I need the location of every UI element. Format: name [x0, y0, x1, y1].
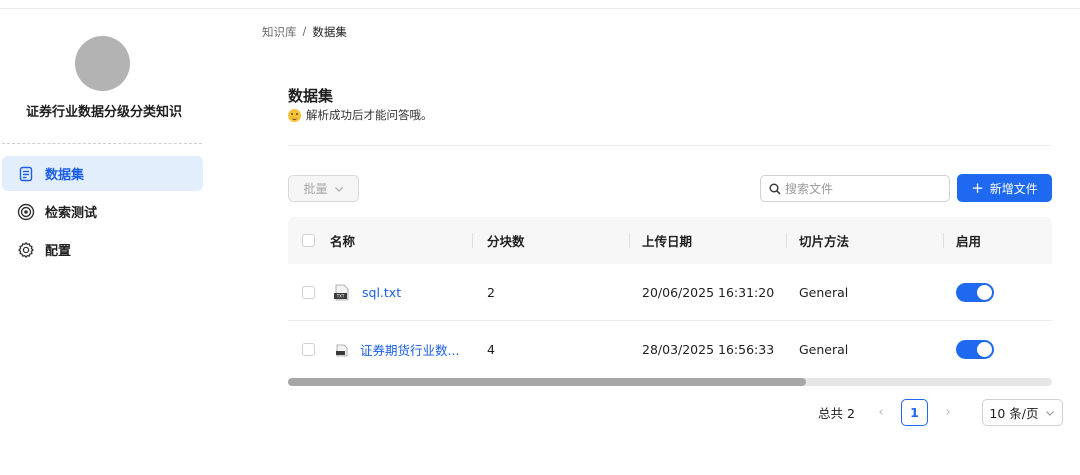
page-size-label: 10 条/页	[989, 406, 1039, 421]
row-checkbox[interactable]	[302, 343, 315, 356]
knowledge-base-name: 证券行业数据分级分类知识	[25, 105, 182, 120]
plus-icon: +	[971, 178, 984, 197]
page-number-button[interactable]: 1	[900, 399, 928, 426]
row-checkbox[interactable]	[302, 285, 315, 299]
scrollbar-thumb[interactable]	[288, 378, 806, 386]
select-all-checkbox[interactable]	[302, 234, 315, 247]
file-icon	[336, 344, 348, 357]
header-checkbox-cell	[288, 217, 329, 264]
enabled-cell	[943, 264, 1052, 320]
add-file-button[interactable]: + 新增文件	[957, 174, 1052, 202]
chunks-cell: 4	[487, 342, 495, 357]
enabled-cell	[943, 321, 1052, 378]
date-cell: 28/03/2025 16:56:33	[642, 342, 775, 357]
smile-emoji-icon	[288, 108, 301, 122]
sidebar-item-dataset[interactable]: 数据集	[2, 156, 203, 191]
document-icon	[17, 165, 35, 183]
row-checkbox-cell	[288, 264, 329, 320]
next-page-icon[interactable]: ›	[936, 405, 960, 420]
horizontal-scrollbar[interactable]	[288, 378, 1052, 386]
header-divider	[288, 145, 1052, 146]
breadcrumb-separator: /	[302, 24, 307, 38]
sidebar-menu: 数据集 检索测试 配置	[2, 156, 203, 270]
sidebar-item-retrieval-test[interactable]: 检索测试	[2, 194, 203, 229]
page-tip: 解析成功后才能问答哦。	[288, 107, 433, 123]
pagination: 总共 2 ‹ 1 › 10 条/页	[818, 399, 1063, 426]
batch-button-label: 批量	[303, 182, 328, 196]
page-tip-text: 解析成功后才能问答哦。	[306, 108, 433, 122]
sidebar-item-settings[interactable]: 配置	[2, 232, 203, 267]
chevron-down-icon	[334, 186, 343, 192]
column-header-enabled[interactable]: 启用	[943, 217, 1052, 264]
method-cell: General	[799, 342, 849, 357]
prev-page-icon[interactable]: ‹	[869, 405, 893, 420]
date-cell: 20/06/2025 16:31:20	[642, 284, 775, 300]
table-row: 证券期货行业数... 4 28/03/2025 16:56:33 General	[288, 321, 1052, 378]
file-name-link[interactable]: sql.txt	[362, 285, 401, 300]
search-input[interactable]	[785, 181, 935, 196]
target-icon	[17, 203, 35, 221]
search-icon	[769, 183, 781, 195]
row-checkbox-cell	[288, 321, 329, 378]
name-cell: TXT sql.txt	[329, 264, 472, 320]
enable-toggle[interactable]	[956, 340, 994, 359]
breadcrumb: 知识库 / 数据集	[262, 24, 347, 40]
column-header-chunks[interactable]: 分块数	[472, 217, 629, 264]
txt-file-icon: TXT	[334, 284, 349, 300]
column-header-date[interactable]: 上传日期	[629, 217, 786, 264]
chunks-cell: 2	[487, 284, 495, 300]
search-box	[760, 175, 950, 202]
table-row: TXT sql.txt 2 20/06/2025 16:31:20 Genera…	[288, 264, 1052, 321]
page-size-select[interactable]: 10 条/页	[981, 399, 1063, 426]
page-title: 数据集	[288, 87, 334, 105]
sidebar-item-label: 数据集	[45, 168, 85, 183]
chevron-down-icon	[1046, 410, 1055, 416]
svg-text:TXT: TXT	[336, 293, 345, 298]
breadcrumb-root[interactable]: 知识库	[262, 24, 297, 40]
avatar	[75, 36, 130, 91]
pagination-total: 总共 2	[818, 406, 855, 421]
name-cell: 证券期货行业数...	[329, 321, 472, 378]
enable-toggle[interactable]	[956, 282, 994, 302]
breadcrumb-current: 数据集	[312, 25, 347, 39]
batch-button[interactable]: 批量	[288, 175, 359, 202]
method-cell: General	[799, 284, 849, 300]
column-header-method[interactable]: 切片方法	[786, 217, 943, 264]
file-table: 名称 分块数 上传日期 切片方法 启用 TXT sql.txt 2 20/06/…	[288, 217, 1052, 378]
gear-icon	[17, 241, 35, 259]
sidebar-item-label: 配置	[45, 244, 72, 259]
sidebar-item-label: 检索测试	[45, 206, 98, 221]
file-name-link[interactable]: 证券期货行业数...	[360, 340, 459, 359]
sidebar-divider	[2, 143, 202, 144]
table-header: 名称 分块数 上传日期 切片方法 启用	[288, 217, 1052, 264]
column-header-name[interactable]: 名称	[329, 217, 472, 264]
add-file-button-label: 新增文件	[989, 181, 1038, 196]
sidebar: 证券行业数据分级分类知识 数据集 检索测试 配置	[0, 9, 212, 475]
